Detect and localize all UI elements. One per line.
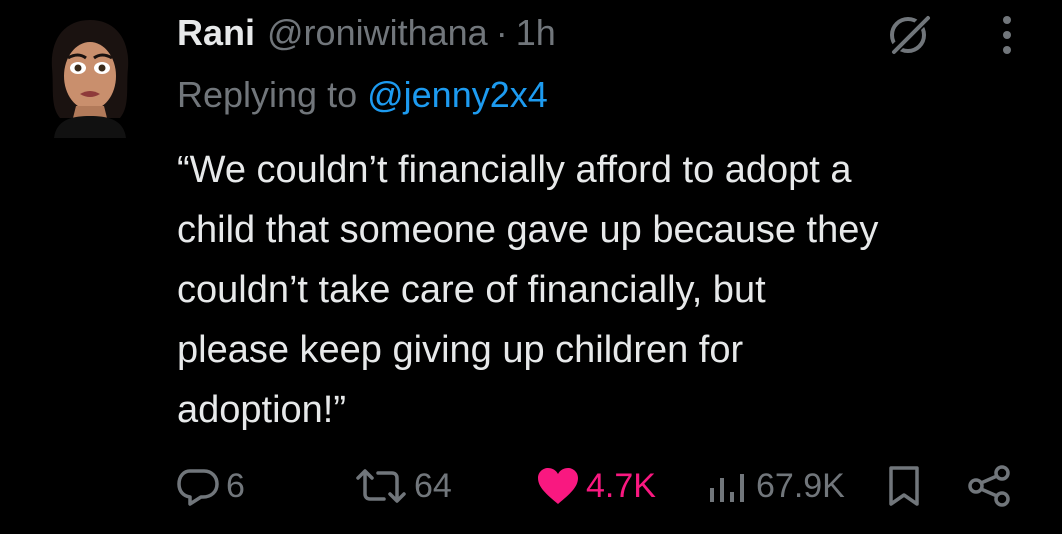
like-count: 4.7K: [586, 466, 656, 505]
avatar[interactable]: [46, 18, 134, 138]
tweet-header: Rani @roniwithana · 1h: [177, 8, 556, 58]
repost-button[interactable]: 64: [354, 458, 452, 514]
reply-count: 6: [226, 466, 245, 505]
replying-to: Replying to @jenny2x4: [177, 74, 548, 116]
bookmark-button[interactable]: [886, 464, 922, 513]
tweet-text: “We couldn’t financially afford to adopt…: [177, 149, 879, 431]
views-button[interactable]: 67.9K: [706, 458, 845, 514]
author-name[interactable]: Rani: [177, 12, 255, 54]
repost-count: 64: [414, 466, 452, 505]
share-button[interactable]: [966, 464, 1012, 513]
view-count: 67.9K: [756, 466, 845, 505]
reply-button[interactable]: 6: [176, 458, 245, 514]
reply-icon: [177, 469, 219, 506]
author-handle[interactable]: @roniwithana: [267, 12, 488, 54]
repost-icon: [356, 469, 406, 503]
like-button[interactable]: 4.7K: [536, 458, 656, 514]
timestamp[interactable]: 1h: [516, 12, 556, 54]
grok-icon[interactable]: [886, 12, 932, 56]
more-icon[interactable]: [996, 12, 1018, 58]
like-icon: [538, 468, 578, 504]
replying-to-label: Replying to: [177, 74, 358, 115]
views-icon: [710, 474, 744, 502]
reply-mention-link[interactable]: @jenny2x4: [367, 74, 548, 115]
action-bar: 6 64 4.7K 67.9K: [0, 452, 1062, 522]
bookmark-icon: [889, 466, 919, 506]
separator: ·: [495, 12, 508, 53]
share-icon: [968, 465, 1010, 507]
